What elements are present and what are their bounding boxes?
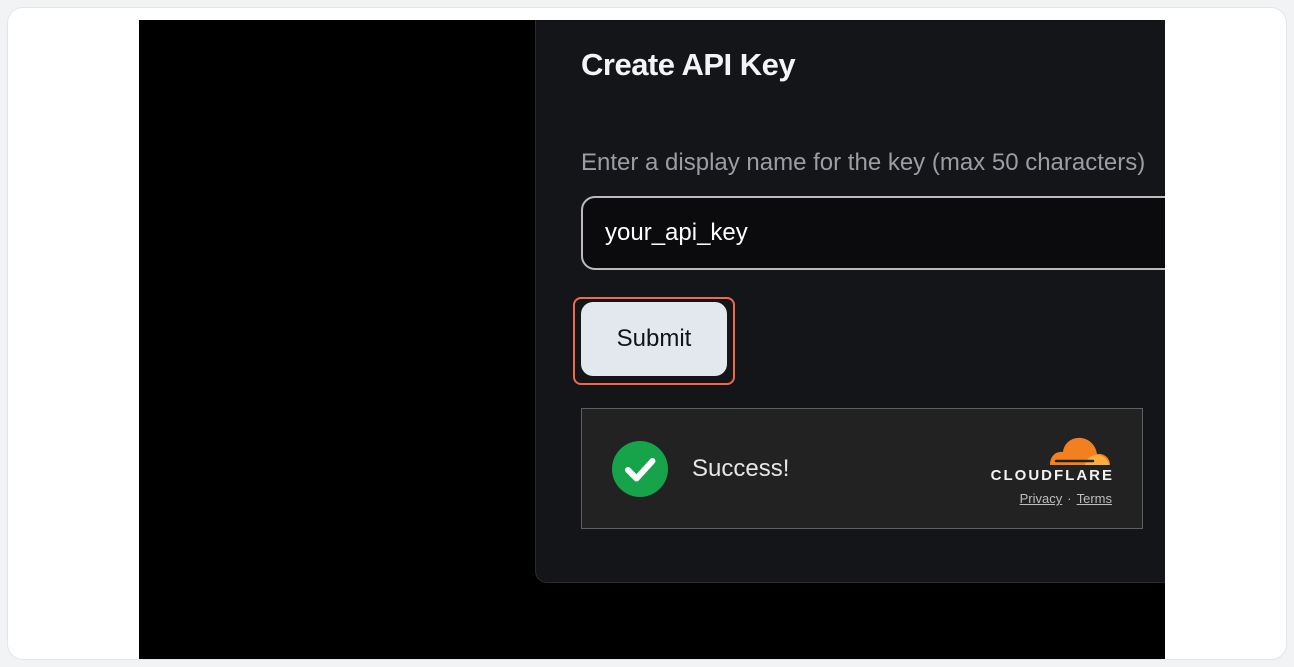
dialog-title: Create API Key bbox=[581, 47, 796, 82]
cloudflare-cloud-icon bbox=[1050, 437, 1110, 465]
app-viewport: Create API Key Enter a display name for … bbox=[139, 20, 1165, 659]
screenshot-frame: Create API Key Enter a display name for … bbox=[7, 7, 1287, 660]
cloudflare-turnstile-widget: Success! CLOUDFLARE Privacy · Terms bbox=[581, 408, 1143, 529]
terms-link[interactable]: Terms bbox=[1077, 491, 1112, 506]
submit-button[interactable]: Submit bbox=[581, 302, 727, 376]
link-separator: · bbox=[1067, 491, 1072, 506]
checkmark-circle-icon bbox=[612, 441, 668, 497]
cloudflare-wordmark: CLOUDFLARE bbox=[990, 467, 1114, 484]
success-status: Success! bbox=[692, 455, 790, 482]
privacy-link[interactable]: Privacy bbox=[1020, 491, 1063, 506]
key-name-input[interactable] bbox=[581, 196, 1165, 270]
cloudflare-links: Privacy · Terms bbox=[974, 491, 1112, 506]
key-name-label: Enter a display name for the key (max 50… bbox=[581, 149, 1146, 176]
create-api-key-dialog: Create API Key Enter a display name for … bbox=[535, 20, 1165, 583]
